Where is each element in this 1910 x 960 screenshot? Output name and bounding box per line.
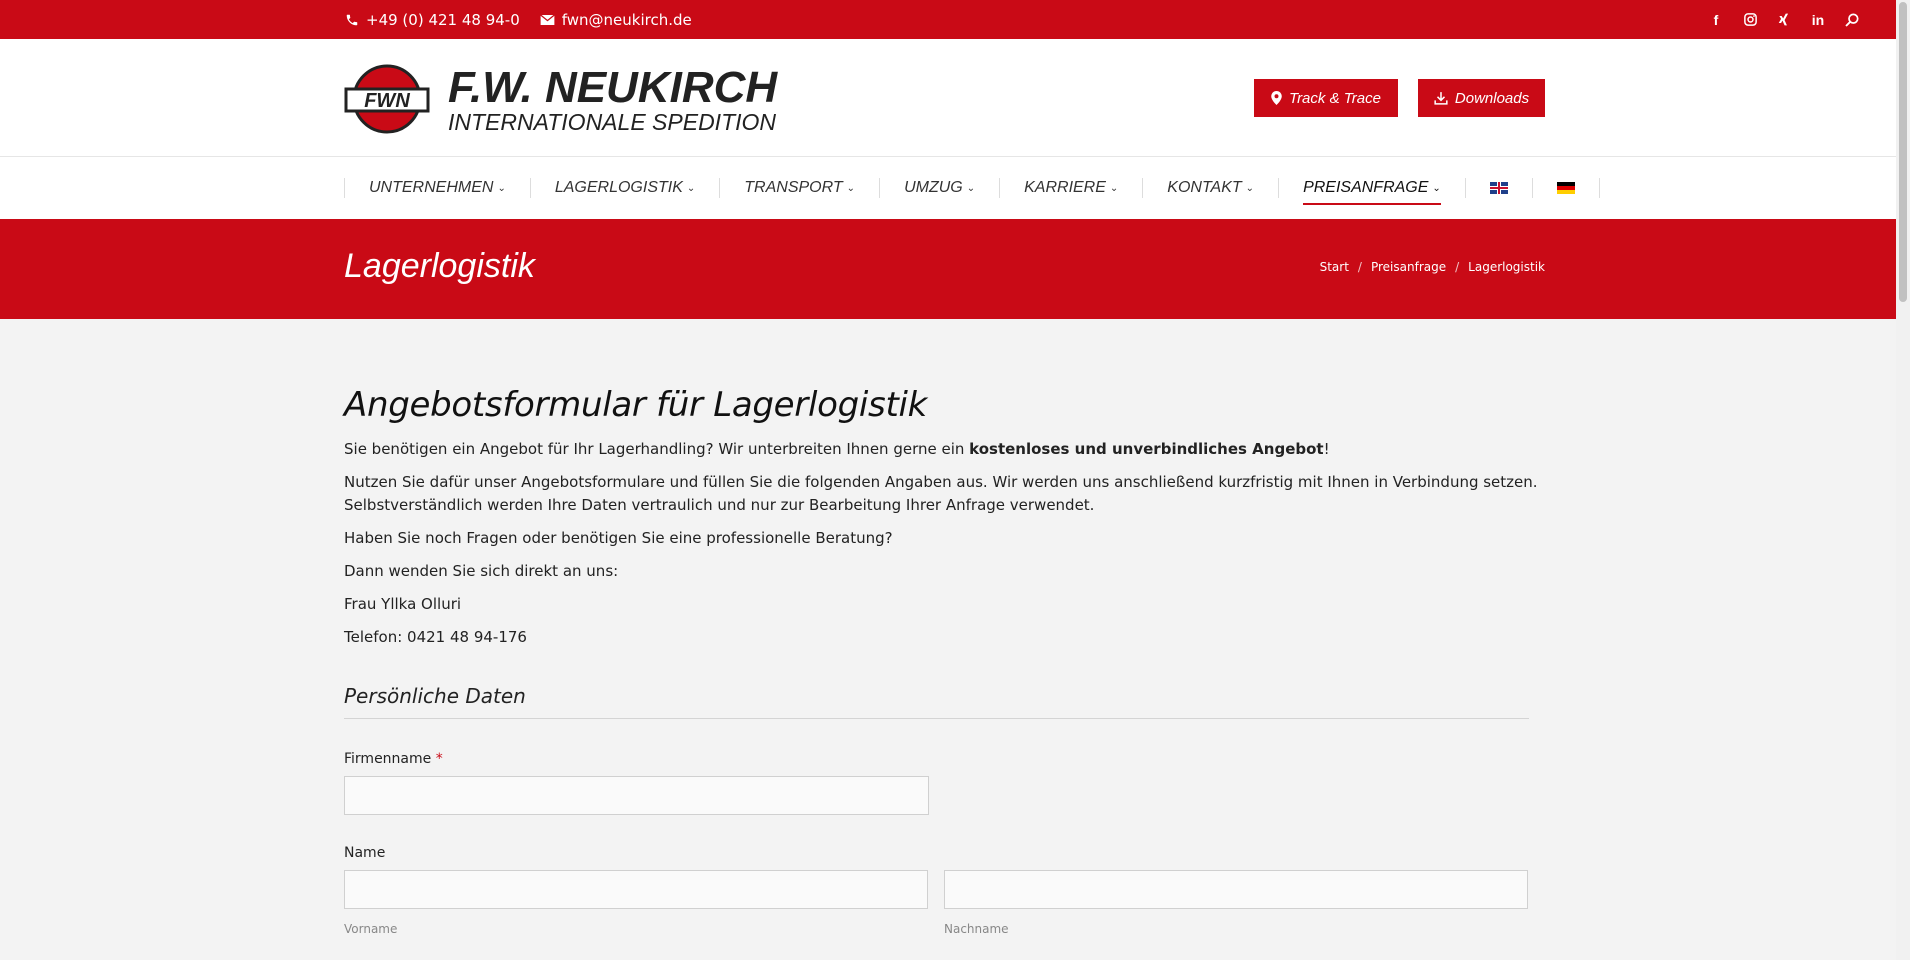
language-german[interactable]: [1533, 157, 1599, 219]
nav-label: PREISANFRAGE: [1303, 179, 1429, 196]
breadcrumb: Start / Preisanfrage / Lagerlogistik: [1320, 260, 1545, 274]
download-icon: [1434, 92, 1448, 105]
logo-subline: INTERNATIONALE SPEDITION: [448, 109, 777, 135]
nav-item-transport[interactable]: TRANSPORT ⌄: [720, 157, 879, 219]
intro-text-end: !: [1323, 440, 1330, 458]
main-content: Angebotsformular für Lagerlogistik Sie b…: [344, 385, 1544, 936]
questions-paragraph: Haben Sie noch Fragen oder benötigen Sie…: [344, 529, 893, 547]
intro-text: Sie benötigen ein Angebot für Ihr Lagerh…: [344, 440, 970, 458]
breadcrumb-separator: /: [1357, 260, 1362, 274]
chevron-down-icon: ⌄: [846, 182, 856, 194]
track-trace-label: Track & Trace: [1289, 89, 1381, 107]
nav-label: LAGERLOGISTIK: [554, 179, 683, 196]
instagram-icon[interactable]: [1742, 12, 1758, 28]
nav-menu: UNTERNEHMEN ⌄ LAGERLOGISTIK ⌄ TRANSPORT ⌄ U…: [344, 157, 1600, 219]
company-logo[interactable]: FWN F.W. NEUKIRCH INTERNATIONALE SPEDITI…: [344, 63, 777, 135]
main-navigation: UNTERNEHMEN ⌄ LAGERLOGISTIK ⌄ TRANSPORT ⌄ U…: [0, 157, 1896, 219]
downloads-label: Downloads: [1454, 89, 1530, 107]
nachname-field: Nachname: [944, 870, 1528, 936]
name-label: Name: [344, 845, 386, 861]
phone-link[interactable]: +49 (0) 421 48 94-0: [345, 11, 520, 29]
downloads-button[interactable]: Downloads: [1418, 79, 1545, 117]
uk-flag-icon: [1489, 182, 1508, 194]
nav-item-lagerlogistik[interactable]: LAGERLOGISTIK ⌄: [531, 157, 719, 219]
name-row: Vorname Nachname: [344, 870, 1544, 936]
social-links: f in: [1708, 0, 1860, 39]
location-pin-icon: [1271, 91, 1282, 105]
nav-item-umzug[interactable]: UMZUG ⌄: [880, 157, 999, 219]
facebook-icon[interactable]: f: [1708, 12, 1724, 28]
xing-icon[interactable]: [1776, 12, 1792, 28]
site-header: FWN F.W. NEUKIRCH INTERNATIONALE SPEDITI…: [0, 39, 1896, 157]
intro-bold-text: kostenloses und unverbindliches Angebot: [969, 440, 1324, 458]
chevron-down-icon: ⌄: [1432, 182, 1441, 194]
nav-item-preisanfrage[interactable]: PREISANFRAGE ⌄: [1279, 157, 1465, 219]
breadcrumb-separator: /: [1455, 260, 1460, 274]
chevron-down-icon: ⌄: [1245, 182, 1255, 194]
instructions-line-2: Selbstverständlich werden Ihre Daten ver…: [344, 496, 1095, 514]
contact-intro-paragraph: Dann wenden Sie sich direkt an uns:: [344, 562, 619, 580]
phone-icon: [346, 14, 358, 25]
email-text: fwn@neukirch.de: [561, 10, 692, 29]
breadcrumb-current: Lagerlogistik: [1468, 260, 1545, 274]
nav-label: UNTERNEHMEN: [369, 179, 494, 196]
required-mark: *: [435, 751, 443, 767]
intro-paragraph: Sie benötigen ein Angebot für Ihr Lagerh…: [344, 438, 1544, 461]
chevron-down-icon: ⌄: [497, 182, 506, 194]
breadcrumb-preisanfrage[interactable]: Preisanfrage: [1371, 260, 1446, 274]
firmenname-input[interactable]: [344, 776, 929, 815]
top-bar: +49 (0) 421 48 94-0 fwn@neukirch.de f in: [0, 0, 1896, 39]
chevron-down-icon: ⌄: [966, 182, 976, 194]
german-flag-icon: [1556, 182, 1575, 194]
nav-item-kontakt[interactable]: KONTAKT ⌄: [1143, 157, 1278, 219]
page: +49 (0) 421 48 94-0 fwn@neukirch.de f in: [0, 0, 1910, 960]
nav-label: KARRIERE: [1024, 179, 1106, 196]
contact-phone: Telefon: 0421 48 94-176: [344, 628, 527, 646]
page-scrollbar[interactable]: [1896, 0, 1910, 960]
content-heading: Angebotsformular für Lagerlogistik: [344, 385, 928, 425]
contact-person: Frau Yllka Olluri: [344, 595, 462, 613]
nachname-input[interactable]: [944, 870, 1528, 909]
nachname-sublabel: Nachname: [944, 922, 1009, 936]
scrollbar-thumb[interactable]: [1899, 2, 1907, 302]
nav-label: TRANSPORT: [744, 179, 843, 196]
vorname-input[interactable]: [344, 870, 928, 909]
vorname-field: Vorname: [344, 870, 928, 936]
language-english[interactable]: [1466, 157, 1532, 219]
instructions-line-1: Nutzen Sie dafür unser Angebotsformulare…: [344, 473, 1538, 491]
section-title-personal-data: Persönliche Daten: [344, 684, 1529, 719]
chevron-down-icon: ⌄: [686, 182, 696, 194]
linkedin-icon[interactable]: in: [1810, 12, 1826, 28]
top-contact: +49 (0) 421 48 94-0 fwn@neukirch.de: [345, 0, 692, 39]
page-title: Lagerlogistik: [344, 247, 535, 285]
email-link[interactable]: fwn@neukirch.de: [539, 10, 692, 29]
fwn-logo-badge: FWN: [344, 64, 430, 134]
nav-item-karriere[interactable]: KARRIERE ⌄: [1000, 157, 1142, 219]
mail-icon: [539, 14, 555, 25]
phone-text: +49 (0) 421 48 94-0: [366, 10, 520, 29]
chevron-down-icon: ⌄: [1109, 182, 1119, 194]
vorname-sublabel: Vorname: [344, 922, 398, 936]
nav-label: UMZUG: [904, 179, 963, 196]
instructions-paragraph: Nutzen Sie dafür unser Angebotsformulare…: [344, 471, 1544, 517]
nav-label: KONTAKT: [1167, 179, 1242, 196]
nav-item-unternehmen[interactable]: UNTERNEHMEN ⌄: [345, 157, 530, 219]
search-icon[interactable]: [1844, 12, 1860, 28]
nav-divider: [1598, 178, 1600, 198]
breadcrumb-start[interactable]: Start: [1320, 260, 1349, 274]
page-title-bar: Lagerlogistik Start / Preisanfrage / Lag…: [0, 219, 1896, 319]
svg-text:FWN: FWN: [364, 90, 410, 112]
firmenname-label-text: Firmenname: [344, 751, 432, 767]
firmenname-label: Firmenname *: [344, 751, 1544, 767]
track-trace-button[interactable]: Track & Trace: [1254, 79, 1398, 117]
logo-wordmark: F.W. NEUKIRCH: [448, 63, 778, 112]
